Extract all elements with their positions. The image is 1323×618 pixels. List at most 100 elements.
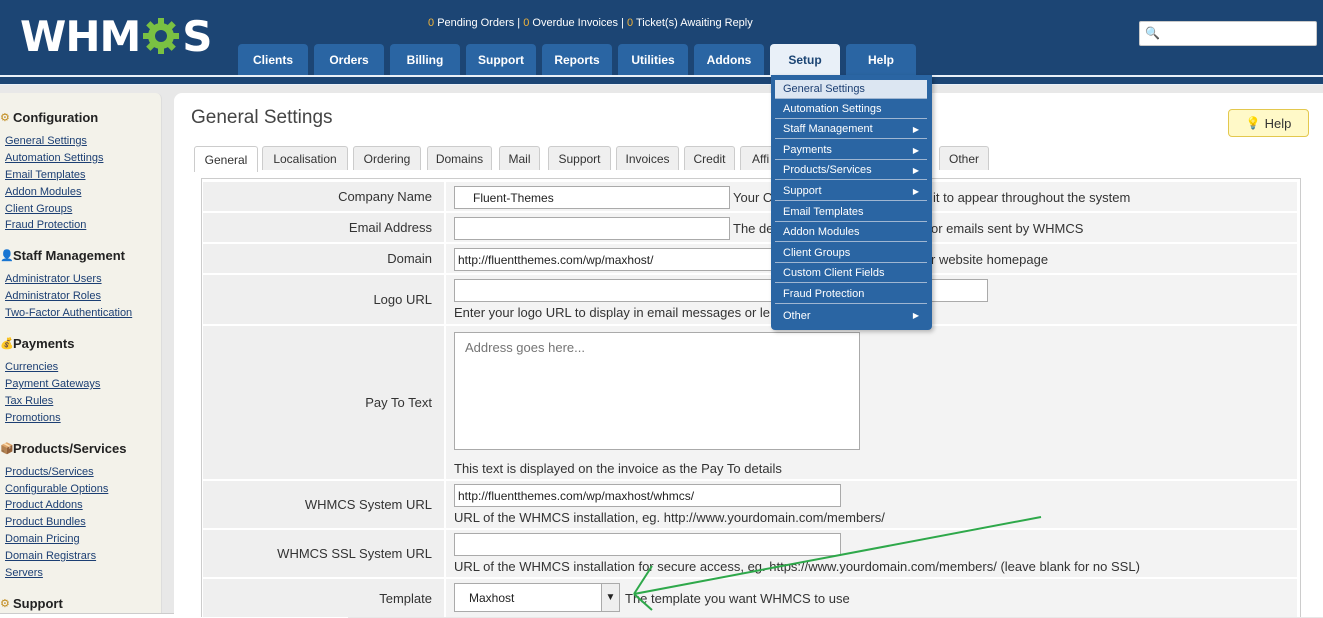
company-name-desc-left: Your C xyxy=(733,190,773,205)
ssl-url-input[interactable] xyxy=(454,533,841,556)
tab-general[interactable]: General xyxy=(194,146,258,172)
sidebar-heading-products-services: 📦 Products/Services xyxy=(0,441,127,456)
menu-item-staff-management[interactable]: Staff Management ▶ xyxy=(775,120,927,139)
user-icon: 👤 xyxy=(0,250,14,262)
submenu-arrow-icon: ▶ xyxy=(912,124,919,134)
email-address-desc-left: The de xyxy=(733,221,774,236)
tickets-awaiting-link[interactable]: 0 Ticket(s) Awaiting Reply xyxy=(627,17,753,29)
page-title: General Settings xyxy=(191,107,333,128)
submenu-arrow-icon: ▶ xyxy=(912,165,919,175)
tab-mail[interactable]: Mail xyxy=(499,146,540,170)
search-box: 🔍 xyxy=(1139,21,1317,46)
email-address-input[interactable] xyxy=(454,217,730,240)
row-domain: Domain r website homepage xyxy=(203,244,1297,273)
search-input[interactable] xyxy=(1160,24,1314,44)
sidebar-link-fraud-protection[interactable]: Fraud Protection xyxy=(5,219,86,231)
template-select[interactable]: Maxhost ▼ xyxy=(454,583,620,612)
row-pay-to-text: Pay To Text This text is displayed on th… xyxy=(203,326,1297,479)
sidebar-link-client-groups[interactable]: Client Groups xyxy=(5,203,72,215)
menu-item-client-groups[interactable]: Client Groups xyxy=(775,244,927,263)
sidebar-link-two-factor[interactable]: Two-Factor Authentication xyxy=(5,307,132,319)
sidebar-link-addon-modules[interactable]: Addon Modules xyxy=(5,186,81,198)
tab-localisation[interactable]: Localisation xyxy=(262,146,348,170)
template-desc: The template you want WHMCS to use xyxy=(625,591,850,606)
help-button[interactable]: 💡 Help xyxy=(1228,109,1309,137)
menu-item-custom-client-fields[interactable]: Custom Client Fields xyxy=(775,264,927,283)
row-template: Template Maxhost ▼ The template you want… xyxy=(203,579,1297,617)
sidebar-link-products-services[interactable]: Products/Services xyxy=(5,466,94,478)
label-pay-to-text: Pay To Text xyxy=(203,326,444,479)
sidebar-link-automation-settings[interactable]: Automation Settings xyxy=(5,152,103,164)
menu-item-general-settings[interactable]: General Settings xyxy=(775,80,927,99)
sidebar-link-administrator-users[interactable]: Administrator Users xyxy=(5,273,102,285)
sidebar-link-general-settings[interactable]: General Settings xyxy=(5,135,87,147)
menu-item-addon-modules[interactable]: Addon Modules xyxy=(775,223,927,242)
label-email-address: Email Address xyxy=(203,213,444,242)
label-system-url: WHMCS System URL xyxy=(203,481,444,528)
money-icon: 💰 xyxy=(0,338,14,350)
sidebar-link-configurable-options[interactable]: Configurable Options xyxy=(5,483,108,495)
nav-tab-orders[interactable]: Orders xyxy=(314,44,384,75)
pending-orders-link[interactable]: 0 Pending Orders xyxy=(428,17,514,29)
tab-credit[interactable]: Credit xyxy=(684,146,735,170)
setup-dropdown-menu: General Settings Automation Settings Sta… xyxy=(771,75,932,330)
sidebar-link-product-addons[interactable]: Product Addons xyxy=(5,499,83,511)
pay-to-text-textarea[interactable] xyxy=(454,332,860,450)
nav-tab-clients[interactable]: Clients xyxy=(238,44,308,75)
system-url-desc: URL of the WHMCS installation, eg. http:… xyxy=(454,510,885,525)
top-header: WHM S 0 Pending Orders | 0 Overdue Invoi… xyxy=(0,0,1323,75)
row-email-address: Email Address The de or emails sent by W… xyxy=(203,213,1297,242)
sidebar-link-domain-registrars[interactable]: Domain Registrars xyxy=(5,550,96,562)
menu-item-automation-settings[interactable]: Automation Settings xyxy=(775,100,927,119)
tab-invoices[interactable]: Invoices xyxy=(616,146,679,170)
sidebar-link-administrator-roles[interactable]: Administrator Roles xyxy=(5,290,101,302)
header-stripe xyxy=(0,75,1323,85)
tab-other[interactable]: Other xyxy=(939,146,989,170)
tab-ordering[interactable]: Ordering xyxy=(353,146,421,170)
ssl-url-desc: URL of the WHMCS installation for secure… xyxy=(454,559,1140,574)
sidebar-heading-staff-management: 👤 Staff Management xyxy=(0,248,125,263)
sidebar-link-product-bundles[interactable]: Product Bundles xyxy=(5,516,86,528)
nav-tab-addons[interactable]: Addons xyxy=(694,44,764,75)
sidebar-link-email-templates[interactable]: Email Templates xyxy=(5,169,86,181)
nav-tab-reports[interactable]: Reports xyxy=(542,44,612,75)
nav-tab-support[interactable]: Support xyxy=(466,44,536,75)
sidebar-link-promotions[interactable]: Promotions xyxy=(5,412,61,424)
menu-item-products-services[interactable]: Products/Services ▶ xyxy=(775,161,927,180)
tab-support[interactable]: Support xyxy=(548,146,611,170)
label-domain: Domain xyxy=(203,244,444,273)
menu-item-support[interactable]: Support ▶ xyxy=(775,182,927,201)
domain-input[interactable] xyxy=(454,248,784,271)
label-logo-url: Logo URL xyxy=(203,275,444,324)
submenu-arrow-icon: ▶ xyxy=(912,186,919,196)
label-ssl-url: WHMCS SSL System URL xyxy=(203,530,444,577)
system-url-input[interactable] xyxy=(454,484,841,507)
sidebar-link-domain-pricing[interactable]: Domain Pricing xyxy=(5,533,80,545)
domain-desc-right: r website homepage xyxy=(931,252,1049,267)
nav-tab-billing[interactable]: Billing xyxy=(390,44,460,75)
menu-item-email-templates[interactable]: Email Templates xyxy=(775,203,927,222)
label-company-name: Company Name xyxy=(203,182,444,211)
sidebar-link-servers[interactable]: Servers xyxy=(5,567,43,579)
company-name-desc-right: it to appear throughout the system xyxy=(933,190,1131,205)
menu-item-other[interactable]: Other ▶ xyxy=(775,306,927,325)
sidebar-link-payment-gateways[interactable]: Payment Gateways xyxy=(5,378,100,390)
sidebar-link-tax-rules[interactable]: Tax Rules xyxy=(5,395,53,407)
row-system-url: WHMCS System URL URL of the WHMCS instal… xyxy=(203,481,1297,528)
nav-tab-setup[interactable]: Setup xyxy=(770,44,840,75)
chevron-down-icon[interactable]: ▼ xyxy=(601,584,619,611)
company-name-input[interactable] xyxy=(454,186,730,209)
email-address-desc-right: or emails sent by WHMCS xyxy=(931,221,1084,236)
sidebar-link-currencies[interactable]: Currencies xyxy=(5,361,58,373)
menu-item-payments[interactable]: Payments ▶ xyxy=(775,141,927,160)
pay-to-text-desc: This text is displayed on the invoice as… xyxy=(454,461,782,476)
tab-domains[interactable]: Domains xyxy=(427,146,492,170)
submenu-arrow-icon: ▶ xyxy=(912,311,919,320)
overdue-invoices-link[interactable]: 0 Overdue Invoices xyxy=(523,17,618,29)
nav-tab-utilities[interactable]: Utilities xyxy=(618,44,688,75)
row-ssl-url: WHMCS SSL System URL URL of the WHMCS in… xyxy=(203,530,1297,577)
nav-tab-help[interactable]: Help xyxy=(846,44,916,75)
menu-item-fraud-protection[interactable]: Fraud Protection xyxy=(775,285,927,304)
whmcs-logo[interactable]: WHM S xyxy=(20,12,213,61)
search-icon: 🔍 xyxy=(1145,26,1160,40)
